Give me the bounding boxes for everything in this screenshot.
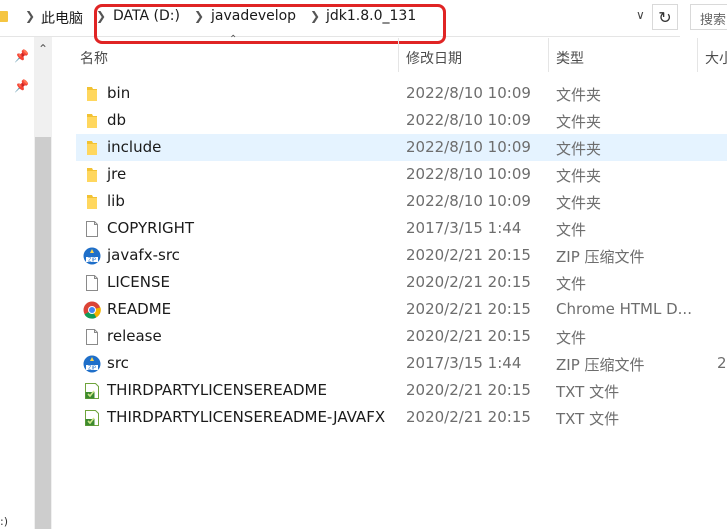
collapse-caret-icon[interactable]: ⌃: [229, 34, 237, 45]
file-name: bin: [107, 84, 131, 102]
file-type: ZIP 压缩文件: [556, 356, 645, 374]
file-date: 2020/2/21 20:15: [406, 273, 531, 291]
column-header-type[interactable]: 类型: [556, 48, 584, 68]
zip-icon: ZIP: [83, 355, 101, 373]
chrome-icon: [83, 301, 101, 319]
file-date: 2020/2/21 20:15: [406, 246, 531, 264]
file-name: LICENSE: [107, 273, 170, 291]
file-date: 2017/3/15 1:44: [406, 354, 522, 372]
file-type: 文件夹: [556, 86, 602, 104]
file-icon: [83, 328, 101, 346]
column-divider[interactable]: [697, 38, 698, 72]
file-date: 2022/8/10 10:09: [406, 138, 531, 156]
file-type: 文件: [556, 221, 587, 239]
file-name: README: [107, 300, 172, 318]
file-row[interactable]: ZIP javafx-src 2020/2/21 20:15 ZIP 压缩文件: [76, 242, 727, 269]
txt-icon: [83, 382, 101, 400]
file-size: 2: [717, 354, 727, 372]
pin-icon[interactable]: 📌: [14, 49, 29, 63]
folder-icon: [0, 11, 8, 22]
file-type: 文件夹: [556, 113, 602, 131]
txt-icon: [83, 409, 101, 427]
file-type: 文件: [556, 329, 587, 347]
file-row[interactable]: README 2020/2/21 20:15 Chrome HTML D...: [76, 296, 727, 323]
folder-icon: [83, 85, 101, 103]
file-date: 2020/2/21 20:15: [406, 300, 531, 318]
file-date: 2022/8/10 10:09: [406, 84, 531, 102]
file-row[interactable]: lib 2022/8/10 10:09 文件夹: [76, 188, 727, 215]
file-icon: [83, 274, 101, 292]
pin-icon[interactable]: 📌: [14, 79, 29, 93]
file-type: ZIP 压缩文件: [556, 248, 645, 266]
file-row[interactable]: release 2020/2/21 20:15 文件: [76, 323, 727, 350]
file-icon: [83, 220, 101, 238]
svg-text:ZIP: ZIP: [88, 257, 96, 263]
column-header-size[interactable]: 大小: [705, 48, 727, 68]
file-type: Chrome HTML D...: [556, 300, 692, 318]
file-row[interactable]: jre 2022/8/10 10:09 文件夹: [76, 161, 727, 188]
file-name: lib: [107, 192, 125, 210]
file-date: 2020/2/21 20:15: [406, 408, 531, 426]
file-name: jre: [107, 165, 127, 183]
navigation-pane: ⌃ 📌 📌 :): [0, 37, 56, 529]
column-header-name[interactable]: 名称: [80, 48, 108, 68]
file-row[interactable]: include 2022/8/10 10:09 文件夹: [76, 134, 727, 161]
file-name: THIRDPARTYLICENSEREADME: [107, 381, 327, 399]
nav-drive-label[interactable]: :): [0, 515, 8, 528]
file-row[interactable]: THIRDPARTYLICENSEREADME-JAVAFX 2020/2/21 …: [76, 404, 727, 431]
file-name: include: [107, 138, 162, 156]
file-row[interactable]: bin 2022/8/10 10:09 文件夹: [76, 80, 727, 107]
chevron-right-icon: ❯: [25, 9, 36, 23]
file-date: 2022/8/10 10:09: [406, 192, 531, 210]
file-row[interactable]: THIRDPARTYLICENSEREADME 2020/2/21 20:15 TX…: [76, 377, 727, 404]
folder-icon: [83, 112, 101, 130]
svg-text:ZIP: ZIP: [88, 365, 96, 371]
file-type: 文件: [556, 275, 587, 293]
annotation-highlight-box: [94, 4, 446, 44]
file-name: javafx-src: [107, 246, 180, 264]
file-name: COPYRIGHT: [107, 219, 195, 237]
column-divider[interactable]: [398, 38, 399, 72]
chevron-down-icon[interactable]: ∨: [636, 8, 645, 22]
file-type: 文件夹: [556, 194, 602, 212]
folder-icon: [83, 193, 101, 211]
column-header-date[interactable]: 修改日期: [406, 48, 462, 68]
breadcrumb-this-pc[interactable]: 此电脑: [41, 8, 83, 28]
file-date: 2020/2/21 20:15: [406, 381, 531, 399]
file-type: 文件夹: [556, 167, 602, 185]
nav-scrollbar-thumb[interactable]: [35, 137, 51, 529]
file-type: 文件夹: [556, 140, 602, 158]
column-divider[interactable]: [548, 38, 549, 72]
file-row[interactable]: LICENSE 2020/2/21 20:15 文件: [76, 269, 727, 296]
file-name: src: [107, 354, 129, 372]
scroll-up-icon[interactable]: ⌃: [34, 41, 52, 57]
file-date: 2022/8/10 10:09: [406, 165, 531, 183]
zip-icon: ZIP: [83, 247, 101, 265]
file-row[interactable]: COPYRIGHT 2017/3/15 1:44 文件: [76, 215, 727, 242]
search-input[interactable]: 搜索: [690, 4, 727, 30]
file-row[interactable]: ZIP src 2017/3/15 1:44 ZIP 压缩文件 2: [76, 350, 727, 377]
file-type: TXT 文件: [556, 410, 620, 428]
file-date: 2020/2/21 20:15: [406, 327, 531, 345]
file-type: TXT 文件: [556, 383, 620, 401]
file-date: 2017/3/15 1:44: [406, 219, 522, 237]
file-name: db: [107, 111, 127, 129]
address-bar[interactable]: ❯ 此电脑 ❯ DATA (D:) ❯ javadevelop ❯ jdk1.8…: [0, 0, 680, 44]
refresh-icon: ↻: [658, 7, 672, 27]
folder-icon: [83, 166, 101, 184]
folder-icon: [83, 139, 101, 157]
file-name: THIRDPARTYLICENSEREADME-JAVAFX: [107, 408, 386, 426]
file-row[interactable]: db 2022/8/10 10:09 文件夹: [76, 107, 727, 134]
file-name: release: [107, 327, 162, 345]
file-date: 2022/8/10 10:09: [406, 111, 531, 129]
refresh-button[interactable]: ↻: [652, 4, 678, 30]
